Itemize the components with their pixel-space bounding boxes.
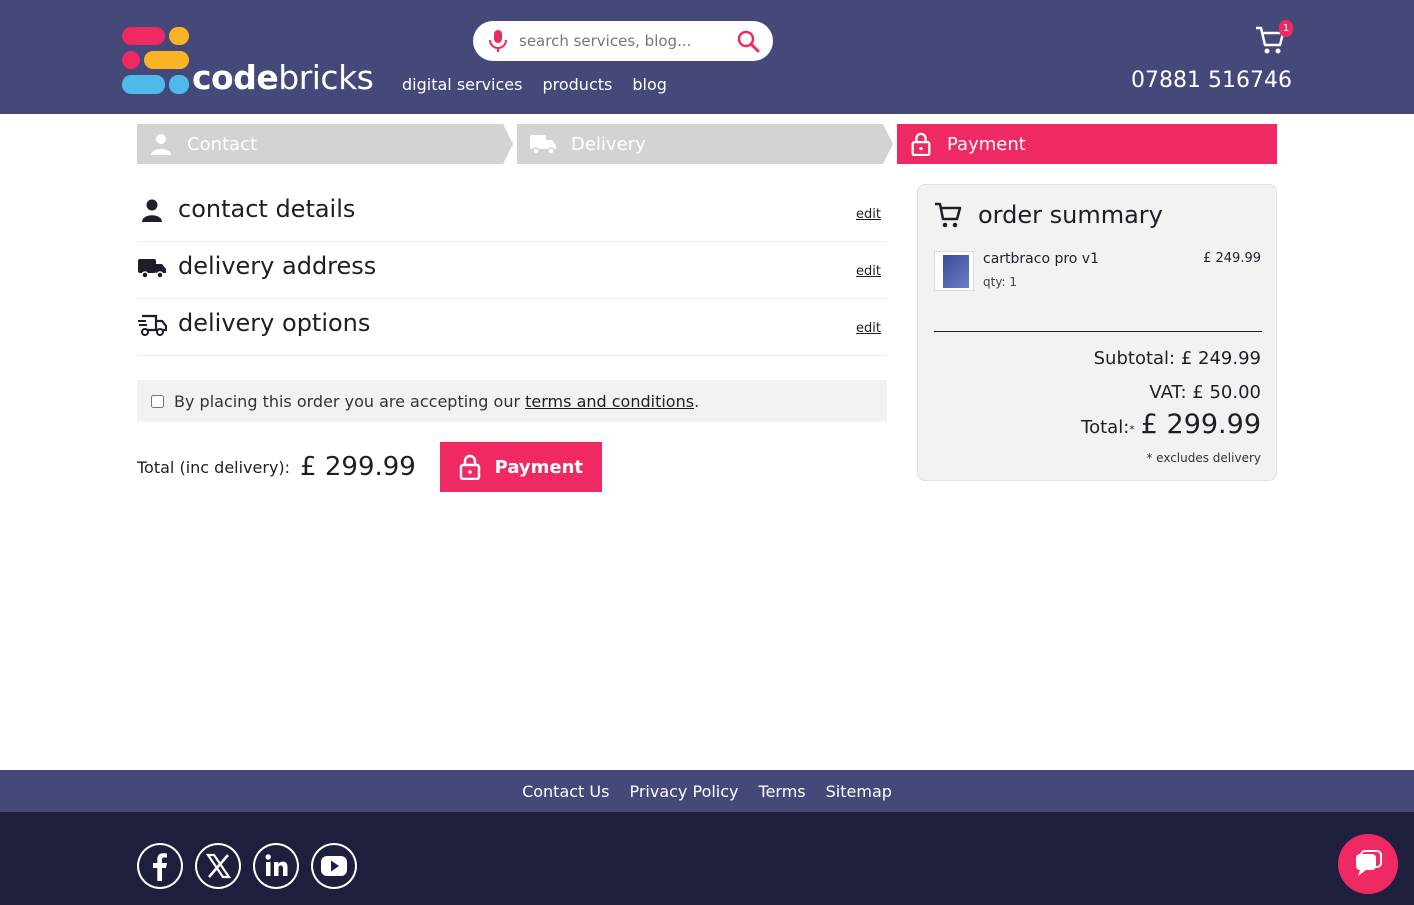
terms-checkbox[interactable] — [151, 394, 164, 408]
summary-total: Total: * £ 299.99 — [1081, 409, 1261, 440]
phone-number[interactable]: 07881 516746 — [1131, 68, 1292, 93]
excludes-delivery-note: * excludes delivery — [1146, 451, 1261, 465]
terms-link[interactable]: terms and conditions — [525, 392, 694, 411]
truck-icon — [530, 135, 556, 155]
truck-icon — [138, 259, 166, 279]
footer-privacy-policy[interactable]: Privacy Policy — [629, 782, 738, 801]
footer-terms[interactable]: Terms — [759, 782, 806, 801]
product-thumbnail[interactable] — [934, 251, 974, 291]
lock-icon — [459, 454, 480, 480]
edit-contact-link[interactable]: edit — [856, 207, 881, 222]
contact-details-section: contact details edit — [137, 185, 887, 242]
payment-button-label: Payment — [494, 456, 584, 478]
step-payment[interactable]: Payment — [897, 124, 1277, 164]
codebricks-logo[interactable]: codebricks — [122, 27, 382, 99]
delivery-address-section: delivery address edit — [137, 242, 887, 299]
subtotal: Subtotal: £ 249.99 — [1093, 348, 1261, 369]
edit-address-link[interactable]: edit — [856, 264, 881, 279]
logo-text-bold: code — [192, 58, 279, 97]
step-delivery[interactable]: Delivery — [517, 124, 893, 164]
payment-button[interactable]: Payment — [439, 442, 602, 492]
chat-widget-button[interactable] — [1338, 834, 1398, 894]
delivery-options-section: delivery options edit — [137, 299, 887, 356]
edit-delivery-options-link[interactable]: edit — [856, 321, 881, 336]
total-amount: £ 299.99 — [300, 452, 416, 482]
step-contact-label: Contact — [187, 133, 258, 155]
fast-delivery-icon — [138, 314, 167, 336]
summary-divider — [934, 331, 1262, 332]
nav-products[interactable]: products — [542, 75, 612, 94]
terms-end: . — [694, 391, 700, 411]
step-payment-label: Payment — [947, 133, 1026, 155]
footer-links: Contact Us Privacy Policy Terms Sitemap — [0, 770, 1414, 812]
terms-acceptance: By placing this order you are accepting … — [137, 380, 887, 422]
checkout-sections: contact details edit delivery address ed… — [137, 185, 887, 356]
product-qty: qty: 1 — [983, 275, 1018, 289]
cart-icon — [935, 202, 962, 228]
section-title: contact details — [178, 195, 356, 223]
order-summary: order summary cartbraco pro v1 qty: 1 £ … — [917, 184, 1277, 481]
nav-digital-services[interactable]: digital services — [402, 75, 522, 94]
terms-text: By placing this order you are accepting … — [174, 391, 526, 411]
order-total-row: Total (inc delivery): £ 299.99 Payment — [137, 442, 602, 492]
logo-text-light: bricks — [278, 58, 374, 97]
social-links — [137, 843, 357, 889]
youtube-icon[interactable] — [311, 843, 357, 889]
nav-blog[interactable]: blog — [632, 75, 667, 94]
linkedin-icon[interactable] — [253, 843, 299, 889]
step-delivery-label: Delivery — [571, 133, 646, 155]
section-title: delivery address — [178, 252, 377, 280]
summary-total-value: £ 299.99 — [1140, 409, 1261, 440]
step-contact[interactable]: Contact — [137, 124, 513, 164]
checkout-steps: Contact Delivery Payment — [137, 124, 1277, 164]
total-label: Total (inc delivery): — [137, 457, 291, 477]
summary-total-asterisk: * — [1129, 423, 1135, 436]
search-input[interactable] — [519, 27, 719, 55]
search-bar — [473, 21, 773, 61]
x-icon[interactable] — [195, 843, 241, 889]
product-name: cartbraco pro v1 — [983, 251, 1099, 267]
cart-button[interactable]: 1 — [1254, 20, 1294, 56]
facebook-icon[interactable] — [137, 843, 183, 889]
site-header: codebricks digital services products blo… — [0, 0, 1414, 114]
footer-contact-us[interactable]: Contact Us — [522, 782, 609, 801]
product-price: £ 249.99 — [1203, 251, 1261, 266]
footer-sitemap[interactable]: Sitemap — [826, 782, 892, 801]
section-title: delivery options — [178, 309, 371, 337]
cart-count-badge: 1 — [1279, 20, 1293, 37]
summary-total-label: Total: — [1081, 417, 1130, 438]
person-icon — [142, 199, 162, 222]
order-summary-title: order summary — [978, 201, 1163, 229]
chat-icon — [1356, 850, 1382, 876]
person-icon — [151, 134, 171, 155]
main-nav: digital services products blog — [402, 75, 667, 94]
microphone-icon[interactable] — [487, 29, 509, 53]
vat: VAT: £ 50.00 — [1149, 382, 1261, 403]
lock-icon — [911, 132, 931, 156]
search-icon[interactable] — [736, 29, 760, 53]
